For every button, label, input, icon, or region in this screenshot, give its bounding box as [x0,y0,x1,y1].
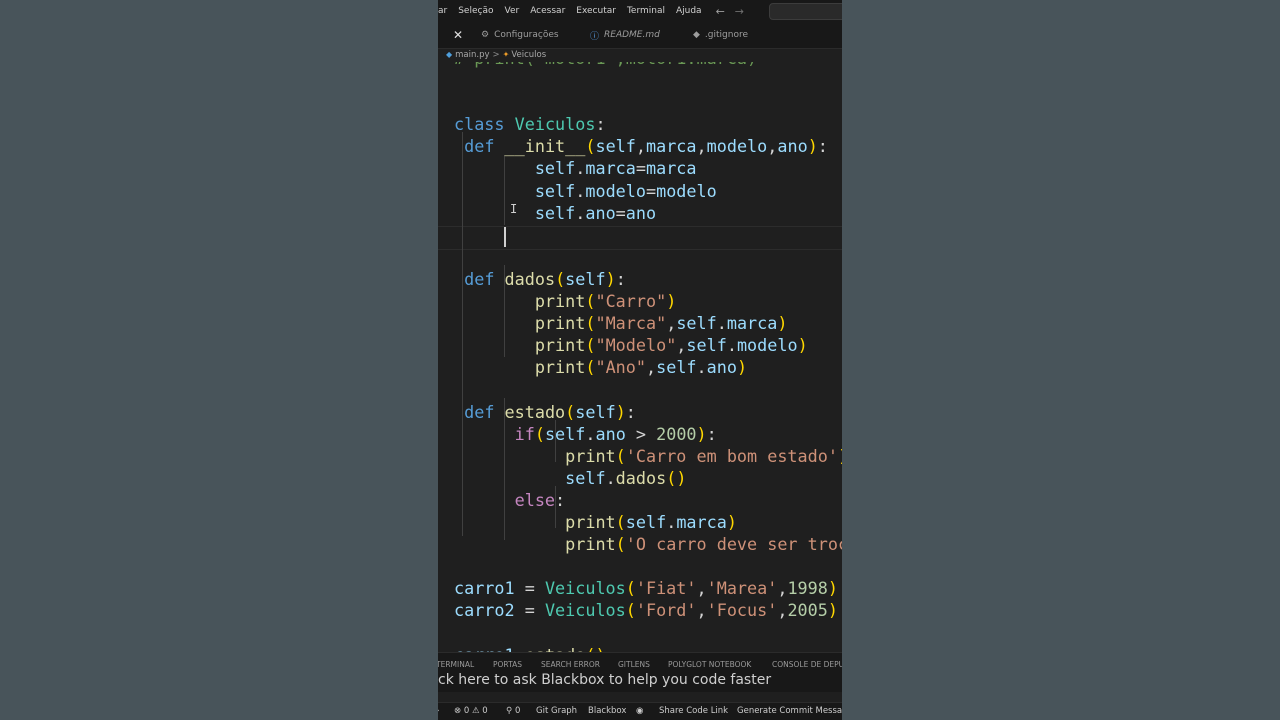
code-line[interactable] [454,69,842,91]
breadcrumb: ◆ main.py > ✦ Veiculos [446,48,546,61]
code-content[interactable]: # print('motor1',motor1.marca) class Vei… [454,62,842,652]
warning-count: 0 [482,706,488,716]
antenna-icon: ⚲ [506,706,513,716]
git-icon: ◆ [693,30,700,40]
code-line[interactable]: if(self.ano > 2000): [454,423,842,445]
code-line[interactable]: # print('motor1',motor1.marca) [454,62,842,69]
tab-readme[interactable]: ⓘ README.md [590,22,660,48]
tab-label: Configurações [494,30,559,40]
ports-status[interactable]: ⚲ 0 [506,706,520,716]
code-line[interactable] [454,246,842,268]
ibeam-cursor-icon: I [510,202,518,216]
share-code-link-button[interactable]: Share Code Link [659,706,728,716]
python-file-icon: ◆ [446,50,453,59]
settings-icon: ⚙ [481,30,490,40]
ports-count: 0 [514,706,521,716]
menu-item-ver[interactable]: Ver [504,6,519,16]
code-line[interactable]: carro2 = Veiculos('Ford','Focus',2005) [454,599,842,621]
info-icon: ⓘ [590,31,600,42]
tab-label: .gitignore [704,30,748,40]
blackbox-prompt-bar[interactable]: ck here to ask Blackbox to help you code… [438,672,842,692]
back-arrow-icon[interactable]: ← [716,5,725,18]
code-line[interactable] [454,91,842,113]
code-line[interactable]: else: [454,489,842,511]
code-line[interactable] [454,621,842,643]
error-icon: ⊗ [454,706,462,716]
code-line[interactable]: def estado(self): [454,401,842,423]
code-line[interactable] [454,555,842,577]
code-line[interactable]: def __init__(self,marca,modelo,ano): [454,135,842,157]
code-line[interactable]: print(self.marca) [454,511,842,533]
eye-icon: ◉ [636,706,644,716]
error-count: 0 [463,706,470,716]
code-line[interactable]: print("Carro") [454,290,842,312]
editor-tab-bar: ✕ ⚙ Configurações ⓘ README.md ◆ .gitigno… [438,22,842,49]
breadcrumb-separator: > [492,49,500,60]
menu-item-ajuda[interactable]: Ajuda [676,6,702,16]
code-line[interactable]: self.marca=marca [454,157,842,179]
code-line[interactable]: print("Modelo",self.modelo) [454,334,842,356]
menu-item-executar[interactable]: Executar [576,6,616,16]
menu-item-selecao[interactable]: Seleção [458,6,493,16]
code-line[interactable]: print("Ano",self.ano) [454,356,842,378]
breadcrumb-file[interactable]: main.py [455,50,489,60]
tab-gitignore[interactable]: ◆ .gitignore [693,22,748,48]
code-line[interactable]: print('Carro em bom estado') [454,445,842,467]
code-line[interactable]: self.dados() [454,467,842,489]
panel-tab-gitlens[interactable]: GITLENS [618,660,650,669]
status-bar: › ⊗ 0 ⚠ 0 ⚲ 0 Git Graph Blackbox ◉ Share… [438,702,842,720]
code-line[interactable]: carro1 = Veiculos('Fiat','Marea',1998) [454,577,842,599]
panel-tab-portas[interactable]: PORTAS [493,660,522,669]
code-line[interactable] [454,378,842,400]
problems-status[interactable]: ⊗ 0 ⚠ 0 [454,706,488,716]
generate-commit-button[interactable]: Generate Commit Message [737,706,842,716]
code-line[interactable]: print("Marca",self.marca) [454,312,842,334]
text-cursor [504,227,506,247]
panel-tab-terminal[interactable]: TERMINAL [438,660,474,669]
command-center-search[interactable] [769,3,842,20]
menu-item-terminal[interactable]: Terminal [627,6,665,16]
code-line[interactable]: def dados(self): [454,268,842,290]
vscode-window: ar Seleção Ver Acessar Executar Terminal… [438,0,842,720]
menu-item-acessar[interactable]: Acessar [530,6,565,16]
blackbox-hint-text[interactable]: ck here to ask Blackbox to help you code… [438,672,771,688]
menu-item-arquivo[interactable]: ar [438,6,447,16]
panel-tab-console-depuracao[interactable]: CONSOLE DE DEPURAÇÃO [772,660,842,669]
warning-icon: ⚠ [471,706,480,716]
code-line[interactable] [454,224,842,246]
tab-label: README.md [604,30,660,40]
code-editor[interactable]: # print('motor1',motor1.marca) class Vei… [438,62,842,652]
remote-icon[interactable]: › [438,706,439,716]
code-line[interactable]: self.modelo=modelo [454,180,842,202]
tab-configuracoes[interactable]: ⚙ Configurações [481,22,559,48]
class-symbol-icon: ✦ [502,50,510,59]
close-tab-icon[interactable]: ✕ [453,22,463,48]
code-line[interactable]: carro1.estado() [454,644,842,652]
breadcrumb-symbol[interactable]: Veiculos [511,50,546,60]
panel-tab-polyglot-notebook[interactable]: POLYGLOT NOTEBOOK [668,660,751,669]
forward-arrow-icon[interactable]: → [735,5,744,18]
blackbox-button[interactable]: Blackbox [588,706,626,716]
git-graph-button[interactable]: Git Graph [536,706,577,716]
menu-bar: ar Seleção Ver Acessar Executar Terminal… [438,0,842,22]
code-line[interactable]: print('O carro deve ser trocado') [454,533,842,555]
panel-tab-search-error[interactable]: SEARCH ERROR [541,660,600,669]
code-line[interactable]: class Veiculos: [454,113,842,135]
